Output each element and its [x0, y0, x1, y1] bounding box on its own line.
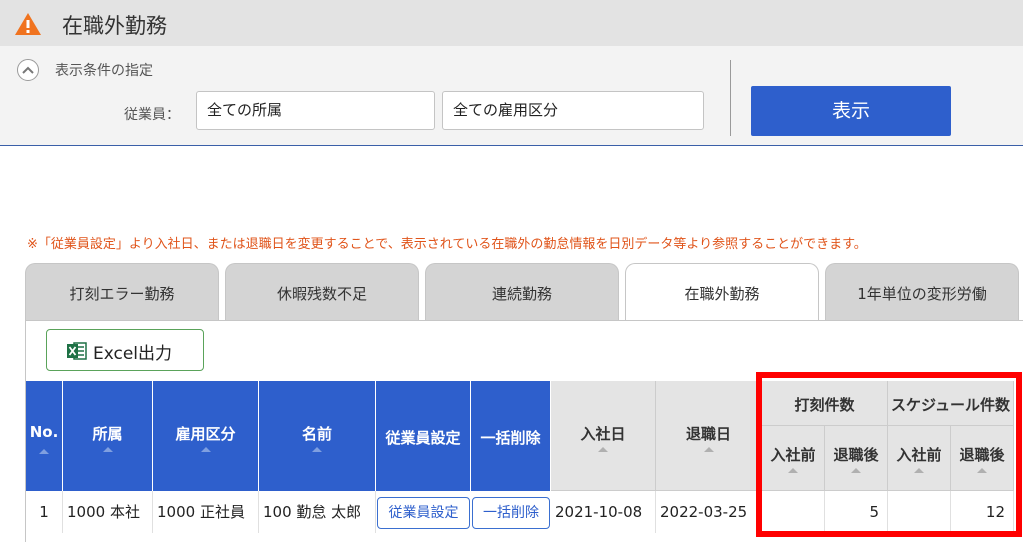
filter-panel: 表示条件の指定 従業員： 全ての所属 全ての雇用区分 表示 — [0, 46, 1023, 146]
header-bulk-delete: 一括削除 — [471, 381, 551, 491]
page-title: 在職外勤務 — [62, 14, 167, 38]
cell-schedule-before-hire — [888, 491, 951, 533]
cell-affiliation: 1000 本社 — [63, 491, 153, 533]
cell-punch-before-hire — [762, 491, 825, 533]
employee-settings-button[interactable]: 従業員設定 — [377, 497, 470, 529]
header-punch-before-hire[interactable]: 入社前 — [762, 426, 825, 491]
excel-button-label: Excel出力 — [93, 344, 173, 364]
header-schedule-after-retire[interactable]: 退職後 — [951, 426, 1014, 491]
header-affiliation[interactable]: 所属 — [63, 381, 153, 491]
employee-label: 従業員： — [124, 107, 180, 123]
header-retire-date[interactable]: 退職日 — [656, 381, 762, 491]
divider — [730, 60, 731, 136]
title-bar: 在職外勤務 — [0, 0, 1023, 46]
tab-bar: 打刻エラー勤務 休暇残数不足 連続勤務 在職外勤務 1年単位の変形労働 — [25, 263, 1023, 322]
cell-hire-date: 2021-10-08 — [551, 491, 656, 533]
notice-text: ※「従業員設定」より入社日、または退職日を変更することで、表示されている在職外の… — [27, 237, 867, 252]
cell-punch-after-retire: 5 — [825, 491, 888, 533]
header-punch-count: 打刻件数 — [762, 381, 888, 426]
header-schedule-before-hire[interactable]: 入社前 — [888, 426, 951, 491]
chevron-up-icon[interactable] — [17, 59, 39, 81]
tab-off-employment-work[interactable]: 在職外勤務 — [625, 263, 819, 322]
excel-export-button[interactable]: Excel出力 — [46, 329, 204, 371]
cell-employment-type: 1000 正社員 — [153, 491, 259, 533]
header-name[interactable]: 名前 — [259, 381, 376, 491]
header-no[interactable]: No. — [26, 381, 63, 491]
bulk-delete-button[interactable]: 一括削除 — [472, 497, 550, 529]
tab-leave-shortage[interactable]: 休暇残数不足 — [225, 263, 419, 321]
tab-yearly-variable-labor[interactable]: 1年単位の変形労働 — [825, 263, 1019, 321]
cell-retire-date: 2022-03-25 — [656, 491, 762, 533]
header-punch-after-retire[interactable]: 退職後 — [825, 426, 888, 491]
filter-heading[interactable]: 表示条件の指定 — [55, 60, 153, 80]
header-schedule-count: スケジュール件数 — [888, 381, 1014, 426]
warning-icon — [15, 13, 41, 35]
show-button[interactable]: 表示 — [751, 86, 951, 136]
tab-punch-error[interactable]: 打刻エラー勤務 — [25, 263, 219, 321]
affiliation-select[interactable]: 全ての所属 — [196, 91, 435, 130]
cell-no: 1 — [26, 491, 63, 533]
cell-schedule-after-retire: 12 — [951, 491, 1014, 533]
cell-name: 100 勤怠 太郎 — [259, 491, 376, 533]
excel-icon — [67, 342, 87, 360]
header-employment-type[interactable]: 雇用区分 — [153, 381, 259, 491]
header-hire-date[interactable]: 入社日 — [551, 381, 656, 491]
header-employee-settings: 従業員設定 — [376, 381, 471, 491]
employment-type-select[interactable]: 全ての雇用区分 — [442, 91, 704, 130]
tab-consecutive-work[interactable]: 連続勤務 — [425, 263, 619, 321]
